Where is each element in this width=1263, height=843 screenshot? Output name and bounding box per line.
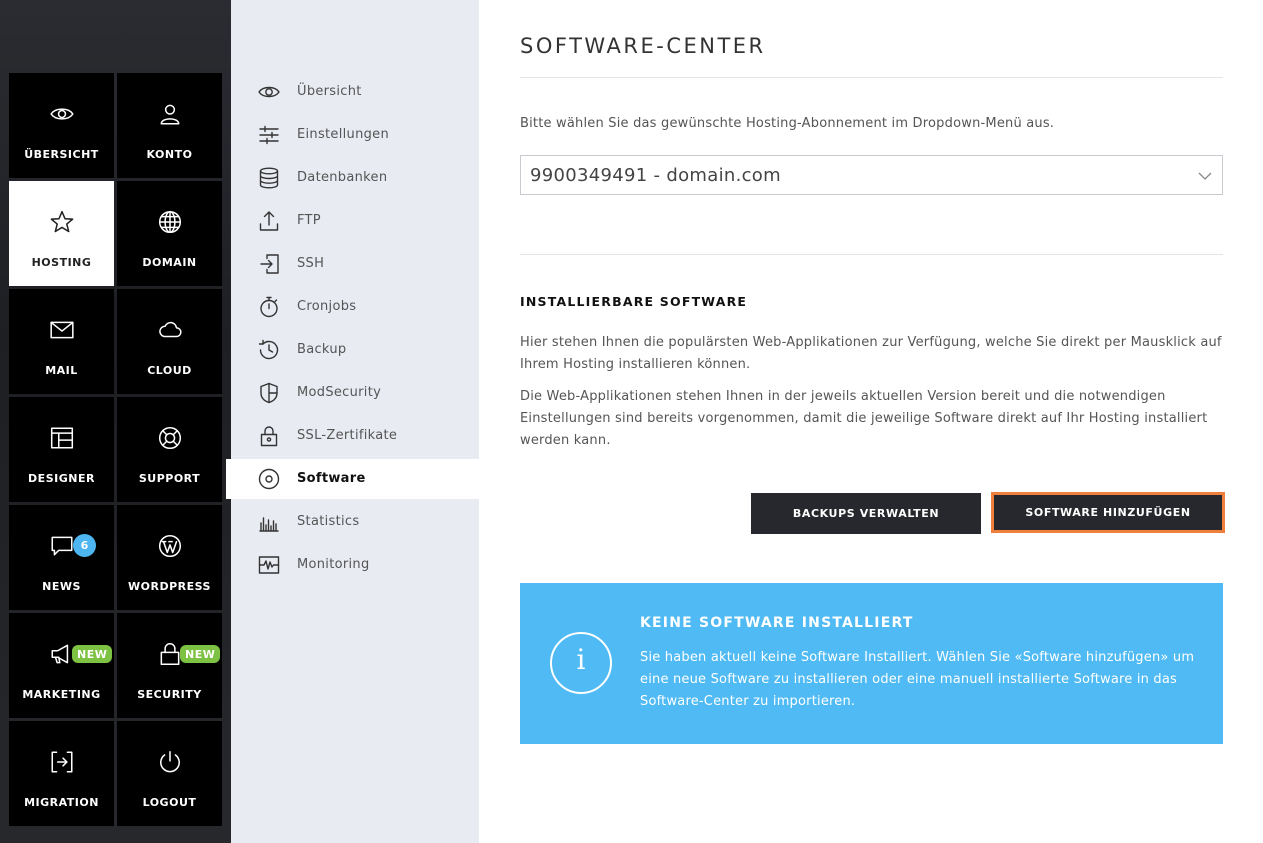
tile-label: NEWS	[42, 580, 81, 593]
subnav-item-monitoring[interactable]: Monitoring	[231, 545, 479, 585]
subnav-item-label: Statistics	[297, 514, 360, 529]
tile-logout[interactable]: LOGOUT	[117, 721, 222, 826]
tile-news[interactable]: NEWS 6	[9, 505, 114, 610]
bar-chart-icon	[257, 510, 281, 534]
tile--bersicht[interactable]: ÜBERSICHT	[9, 73, 114, 178]
tile-label: KONTO	[146, 148, 193, 161]
upload-icon	[257, 209, 281, 233]
subnav-item-datenbanken[interactable]: Datenbanken	[231, 158, 479, 198]
subnav-item-label: Einstellungen	[297, 127, 390, 142]
notification-count-badge: 6	[73, 534, 96, 557]
hosting-select-value: 9900349491 - domain.com	[530, 165, 781, 186]
tile-marketing[interactable]: MARKETING NEW	[9, 613, 114, 718]
subnav-item-label: Monitoring	[297, 557, 370, 572]
tile-security[interactable]: SECURITY NEW	[117, 613, 222, 718]
database-icon	[257, 166, 281, 190]
chat-bubble-icon	[9, 531, 114, 561]
subnav-item-label: Software	[297, 471, 366, 486]
disc-icon	[257, 467, 281, 491]
subnav-item-ssh[interactable]: SSH	[231, 244, 479, 284]
subnav-item-label: SSH	[297, 256, 325, 271]
envelope-icon	[9, 315, 114, 345]
cloud-icon	[117, 315, 222, 345]
tile-label: ÜBERSICHT	[24, 148, 99, 161]
tile-cloud[interactable]: CLOUD	[117, 289, 222, 394]
tile-label: WORDPRESS	[128, 580, 211, 593]
subnav-item--bersicht[interactable]: Übersicht	[231, 72, 479, 112]
subnav-item-einstellungen[interactable]: Einstellungen	[231, 115, 479, 155]
section-divider	[520, 254, 1223, 255]
tile-label: SUPPORT	[138, 472, 201, 485]
info-icon: i	[550, 632, 612, 694]
notice-text: Sie haben aktuell keine Software Install…	[640, 650, 1195, 709]
pulse-icon	[257, 553, 281, 577]
lifebuoy-icon	[117, 423, 222, 453]
title-divider	[520, 77, 1223, 78]
subnav-item-ftp[interactable]: FTP	[231, 201, 479, 241]
page-title: SOFTWARE-CENTER	[520, 34, 766, 58]
tile-mail[interactable]: MAIL	[9, 289, 114, 394]
tile-label: DOMAIN	[142, 256, 197, 269]
subnav-item-ssl-zertifikate[interactable]: SSL-Zertifikate	[231, 416, 479, 456]
padlock-icon	[257, 424, 281, 448]
power-icon	[117, 747, 222, 777]
hosting-subscription-select[interactable]: 9900349491 - domain.com	[520, 155, 1223, 195]
tile-label: MAIL	[45, 364, 78, 377]
tile-label: SECURITY	[137, 688, 202, 701]
subnav-item-label: FTP	[297, 213, 321, 228]
tile-konto[interactable]: KONTO	[117, 73, 222, 178]
tile-label: MIGRATION	[24, 796, 99, 809]
subnav-item-software[interactable]: Software	[226, 459, 479, 499]
eye-icon	[257, 80, 281, 104]
subnav-item-label: Backup	[297, 342, 347, 357]
new-badge: NEW	[72, 645, 113, 663]
subnav-item-statistics[interactable]: Statistics	[231, 502, 479, 542]
subnav-item-label: SSL-Zertifikate	[297, 428, 398, 443]
subnav-item-cronjobs[interactable]: Cronjobs	[231, 287, 479, 327]
tile-hosting[interactable]: HOSTING	[9, 181, 114, 286]
tile-designer[interactable]: DESIGNER	[9, 397, 114, 502]
tile-label: CLOUD	[147, 364, 192, 377]
tile-wordpress[interactable]: WORDPRESS	[117, 505, 222, 610]
star-icon	[9, 207, 114, 237]
tile-label: MARKETING	[22, 688, 101, 701]
shield-icon	[257, 381, 281, 405]
stopwatch-icon	[257, 295, 281, 319]
history-icon	[257, 338, 281, 362]
intro-paragraph: Hier stehen Ihnen die populärsten Web-Ap…	[520, 335, 1222, 372]
subnav-item-label: Datenbanken	[297, 170, 388, 185]
eye-icon	[9, 99, 114, 129]
wordpress-icon	[117, 531, 222, 561]
section-title: INSTALLIERBARE SOFTWARE	[520, 294, 748, 309]
subnav-item-backup[interactable]: Backup	[231, 330, 479, 370]
chevron-down-icon	[1198, 172, 1212, 180]
main-navigation-grid: ÜBERSICHT KONTO HOSTING DOMAIN MAIL CLOUD DESI…	[0, 0, 231, 843]
tile-label: LOGOUT	[142, 796, 197, 809]
tile-migration[interactable]: MIGRATION	[9, 721, 114, 826]
main-content: SOFTWARE-CENTER Bitte wählen Sie das gew…	[520, 0, 1225, 843]
notice-title: KEINE SOFTWARE INSTALLIERT	[640, 615, 914, 631]
sliders-icon	[257, 123, 281, 147]
new-badge: NEW	[180, 645, 221, 663]
tile-domain[interactable]: DOMAIN	[117, 181, 222, 286]
manage-backups-button[interactable]: BACKUPS VERWALTEN	[751, 493, 981, 534]
no-software-notice: i KEINE SOFTWARE INSTALLIERT Sie haben a…	[520, 583, 1223, 744]
migration-icon	[9, 747, 114, 777]
hosting-subnav: Übersicht Einstellungen Datenbanken FTP SSH C…	[226, 0, 479, 843]
details-paragraph: Die Web-Applikationen stehen Ihnen in de…	[520, 389, 1208, 448]
subnav-item-label: Cronjobs	[297, 299, 357, 314]
user-icon	[117, 99, 222, 129]
tile-support[interactable]: SUPPORT	[117, 397, 222, 502]
layout-icon	[9, 423, 114, 453]
subnav-item-label: Übersicht	[297, 84, 362, 99]
tile-label: HOSTING	[31, 256, 92, 269]
terminal-login-icon	[257, 252, 281, 276]
subnav-item-modsecurity[interactable]: ModSecurity	[231, 373, 479, 413]
tile-label: DESIGNER	[28, 472, 95, 485]
select-hint: Bitte wählen Sie das gewünschte Hosting-…	[520, 116, 1055, 131]
globe-icon	[117, 207, 222, 237]
subnav-item-label: ModSecurity	[297, 385, 382, 400]
add-software-button[interactable]: SOFTWARE HINZUFÜGEN	[991, 492, 1225, 533]
